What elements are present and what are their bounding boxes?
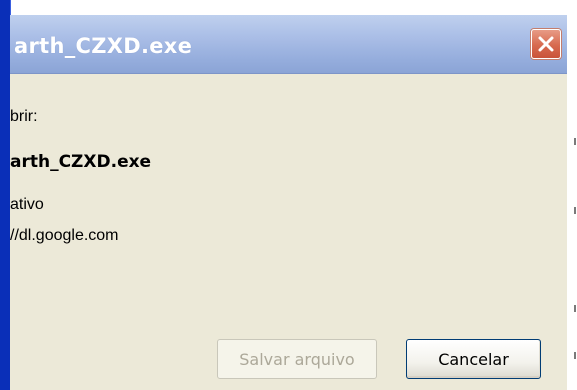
screen: arth_CZXD.exe brir: arth_CZXD.exe ativo …	[0, 0, 577, 390]
file-source: //dl.google.com	[10, 227, 119, 244]
close-icon	[538, 36, 554, 52]
cancel-button[interactable]: Cancelar	[406, 339, 541, 379]
title-bar[interactable]: arth_CZXD.exe	[10, 15, 567, 74]
dialog-title: arth_CZXD.exe	[14, 34, 193, 58]
file-name: arth_CZXD.exe	[10, 152, 152, 172]
save-file-button[interactable]: Salvar arquivo	[217, 339, 377, 379]
file-type: ativo	[10, 196, 44, 213]
edge-mark	[574, 352, 576, 359]
download-dialog: arth_CZXD.exe brir: arth_CZXD.exe ativo …	[10, 15, 568, 390]
edge-mark	[574, 138, 576, 145]
background-area	[0, 0, 577, 15]
close-button[interactable]	[531, 29, 561, 59]
background-window-edge	[567, 0, 577, 390]
open-label: brir:	[10, 108, 38, 125]
edge-mark	[574, 207, 576, 214]
edge-mark	[574, 305, 576, 312]
